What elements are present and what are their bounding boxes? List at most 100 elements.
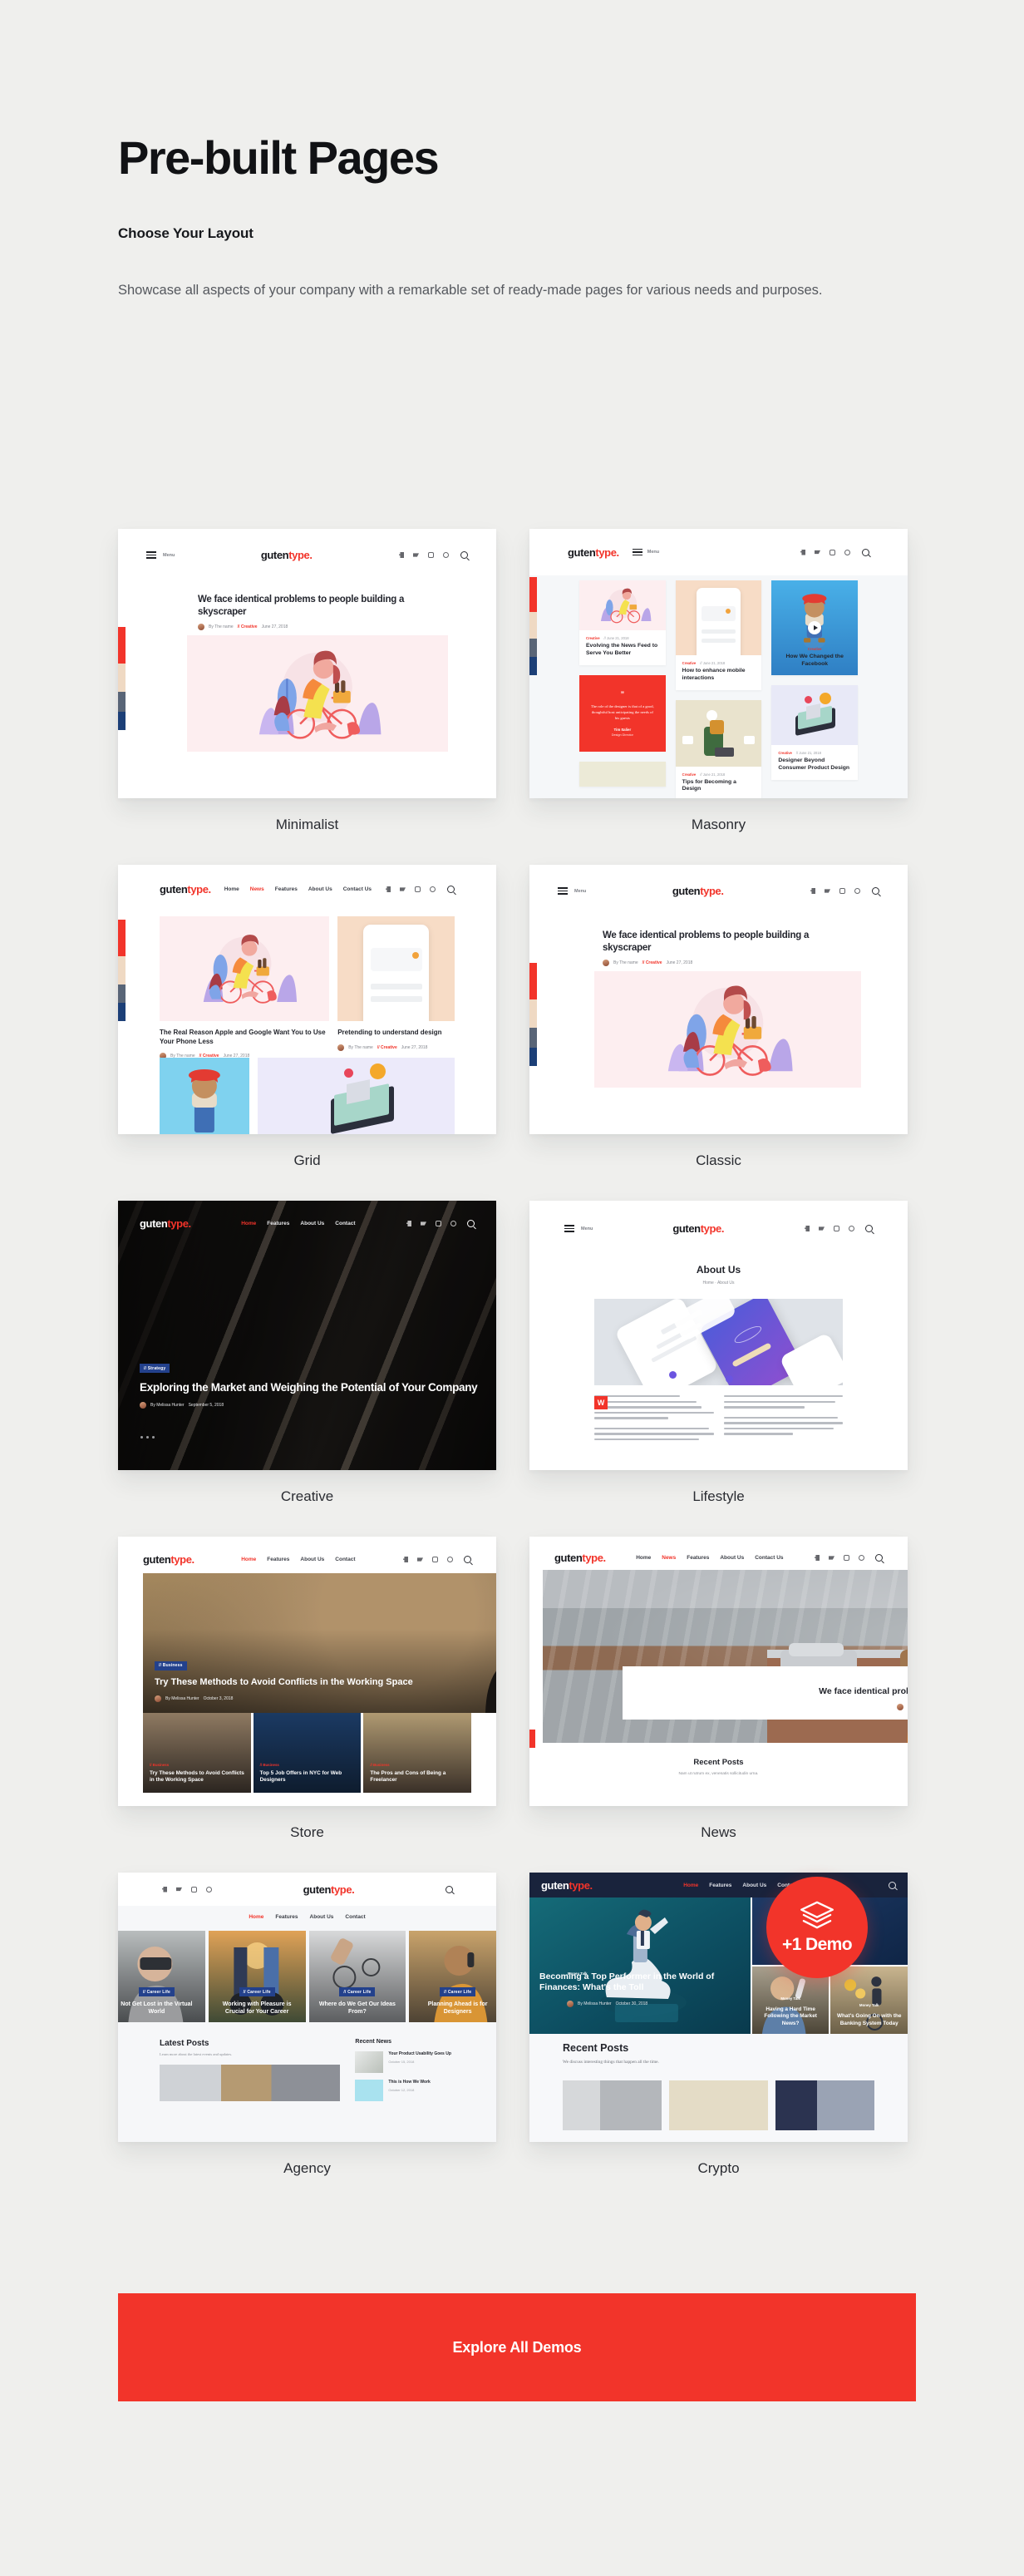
carousel-dots[interactable]	[543, 1732, 908, 1735]
mini-nav[interactable]: Home News Features About Us Contact Us	[224, 886, 372, 892]
recent-news-item[interactable]: Your Product Usability Goes Up October 1…	[355, 2051, 455, 2073]
nav-item-contact[interactable]: Contact	[345, 1914, 365, 1920]
demo-preview-minimalist[interactable]: Menu gutentype. We face identical proble…	[118, 529, 496, 798]
demo-card-store[interactable]: gutentype. Home Features About Us Contac…	[118, 1537, 496, 1864]
demo-preview-masonry[interactable]: gutentype. Menu Creative // June 21, 201…	[529, 529, 908, 798]
social-icons[interactable]	[398, 552, 449, 558]
demo-preview-classic[interactable]: Menu gutentype. We face identical proble…	[529, 865, 908, 1134]
agency-carousel[interactable]: // Career Life Not Get Lost in the Virtu…	[118, 1931, 496, 2022]
social-icons[interactable]	[402, 1557, 453, 1562]
explore-all-demos-button[interactable]: Explore All Demos	[118, 2293, 916, 2401]
nav-item-features[interactable]: Features	[275, 1914, 298, 1920]
nav-item-about[interactable]: About Us	[308, 886, 332, 892]
nav-item-home[interactable]: Home	[241, 1557, 256, 1562]
search-icon[interactable]	[460, 551, 468, 559]
carousel-dots[interactable]	[140, 1436, 155, 1439]
nav-item-about[interactable]: About Us	[300, 1557, 324, 1562]
nav-item-features[interactable]: Features	[267, 1557, 289, 1562]
masonry-quote-card[interactable]: ” The role of the designer is that of a …	[579, 674, 666, 752]
nav-item-home[interactable]: Home	[636, 1555, 651, 1561]
crypto-tile[interactable]: Money Talk What's Going On with the Bank…	[830, 1967, 908, 2034]
masonry-item[interactable]: Creative // June 21, 2018 Evolving the N…	[579, 580, 666, 665]
nav-item-home[interactable]: Home	[683, 1883, 698, 1888]
grid-post[interactable]	[160, 1058, 249, 1134]
demo-preview-agency[interactable]: gutentype. Home Features About Us Contac…	[118, 1873, 496, 2142]
nav-item-features[interactable]: Features	[275, 886, 298, 892]
nav-item-about[interactable]: About Us	[310, 1914, 334, 1920]
search-icon[interactable]	[888, 1881, 896, 1889]
search-icon[interactable]	[862, 548, 869, 556]
play-icon[interactable]	[808, 621, 822, 634]
search-icon[interactable]	[463, 1556, 471, 1563]
masonry-item[interactable]: Creative How We Changed the Facebook	[771, 580, 859, 675]
social-icons[interactable]	[800, 549, 850, 555]
demo-preview-grid[interactable]: gutentype. Home News Features About Us C…	[118, 865, 496, 1134]
mini-nav[interactable]: Home Features About Us Contact	[683, 1883, 797, 1888]
demo-card-classic[interactable]: Menu gutentype. We face identical proble…	[529, 865, 908, 1192]
demo-card-agency[interactable]: gutentype. Home Features About Us Contac…	[118, 1873, 496, 2200]
masonry-item[interactable]: Creative // June 21, 2018 Tips for Becom…	[675, 699, 762, 798]
mini-nav[interactable]: Home News Features About Us Contact Us	[636, 1555, 783, 1561]
social-icons[interactable]	[810, 888, 860, 894]
carousel-slide[interactable]: // Career Life Working with Pleasure is …	[208, 1931, 306, 2022]
thumbnail[interactable]	[775, 2080, 874, 2130]
demo-preview-creative[interactable]: gutentype. Home Features About Us Contac…	[118, 1201, 496, 1470]
search-icon[interactable]	[446, 886, 455, 893]
mini-nav[interactable]: Home Features About Us Contact	[118, 1914, 496, 1920]
social-icons[interactable]	[406, 1221, 456, 1226]
thumbnail[interactable]	[563, 2080, 662, 2130]
nav-item-home[interactable]: Home	[249, 1914, 263, 1920]
demo-card-masonry[interactable]: gutentype. Menu Creative // June 21, 201…	[529, 529, 908, 856]
thumbnail[interactable]	[669, 2080, 768, 2130]
nav-item-home[interactable]: Home	[224, 886, 239, 892]
nav-item-features[interactable]: Features	[687, 1555, 709, 1561]
nav-item-contact[interactable]: Contact	[335, 1221, 355, 1226]
search-icon[interactable]	[466, 1220, 475, 1227]
hamburger-icon[interactable]	[558, 887, 568, 895]
demo-card-lifestyle[interactable]: Menu gutentype. About Us Home · About Us…	[529, 1201, 908, 1528]
nav-item-home[interactable]: Home	[241, 1221, 256, 1226]
social-icons[interactable]	[804, 1226, 854, 1231]
demo-preview-lifestyle[interactable]: Menu gutentype. About Us Home · About Us…	[529, 1201, 908, 1470]
grid-post[interactable]: The Real Reason Apple and Google Want Yo…	[160, 916, 330, 1060]
store-tile[interactable]: // Business Top 5 Job Offers in NYC for …	[253, 1713, 362, 1793]
hamburger-icon[interactable]	[146, 551, 156, 559]
grid-post[interactable]: Pretending to understand design By The n…	[337, 916, 455, 1059]
carousel-slide[interactable]: // Career Life Planning Ahead is for Des…	[409, 1931, 496, 2022]
search-icon[interactable]	[865, 1225, 873, 1232]
demo-preview-news[interactable]: gutentype. Home News Features About Us C…	[529, 1537, 908, 1806]
mini-nav[interactable]: Home Features About Us Contact	[241, 1221, 355, 1226]
store-hero[interactable]: // Business Try These Methods to Avoid C…	[143, 1573, 496, 1713]
demo-card-minimalist[interactable]: Menu gutentype. We face identical proble…	[118, 529, 496, 856]
demo-card-grid[interactable]: gutentype. Home News Features About Us C…	[118, 865, 496, 1192]
crypto-feature[interactable]: Money Talk Becoming a Top Performer in t…	[529, 1897, 751, 2034]
nav-item-contact[interactable]: Contact Us	[343, 886, 372, 892]
masonry-item[interactable]	[579, 761, 666, 787]
nav-item-contact[interactable]: Contact	[335, 1557, 355, 1562]
nav-item-contact[interactable]: Contact Us	[755, 1555, 783, 1561]
store-tile[interactable]: // Business Try These Methods to Avoid C…	[143, 1713, 251, 1793]
store-tile[interactable]: // Business The Pros and Cons of Being a…	[363, 1713, 472, 1793]
hamburger-icon[interactable]	[632, 548, 642, 556]
masonry-item[interactable]: Creative // June 21, 2018 How to enhance…	[675, 580, 762, 690]
search-icon[interactable]	[874, 1554, 883, 1562]
plus-one-demo-badge[interactable]: +1 Demo	[766, 1877, 868, 1978]
nav-item-features[interactable]: Features	[709, 1883, 731, 1888]
carousel-slide[interactable]: // Career Life Where do We Get Our Ideas…	[308, 1931, 406, 2022]
nav-item-news[interactable]: News	[662, 1555, 676, 1561]
search-icon[interactable]	[872, 887, 879, 895]
carousel-slide[interactable]: // Career Life Not Get Lost in the Virtu…	[118, 1931, 205, 2022]
search-icon[interactable]	[446, 1885, 453, 1893]
demo-preview-store[interactable]: gutentype. Home Features About Us Contac…	[118, 1537, 496, 1806]
demo-card-creative[interactable]: gutentype. Home Features About Us Contac…	[118, 1201, 496, 1528]
nav-item-features[interactable]: Features	[267, 1221, 289, 1226]
hamburger-icon[interactable]	[564, 1225, 574, 1232]
masonry-item[interactable]: Creative // June 21, 2018 Designer Beyon…	[771, 685, 859, 780]
recent-news-item[interactable]: This is How We Work October 12, 2018	[355, 2080, 455, 2101]
social-icons[interactable]	[814, 1555, 864, 1561]
social-icons[interactable]	[161, 1886, 212, 1893]
grid-post[interactable]	[257, 1058, 455, 1134]
news-hero[interactable]: Lifestyle We face identical problems to …	[543, 1570, 908, 1743]
latest-post-thumb[interactable]	[160, 2065, 341, 2101]
nav-item-about[interactable]: About Us	[300, 1221, 324, 1226]
